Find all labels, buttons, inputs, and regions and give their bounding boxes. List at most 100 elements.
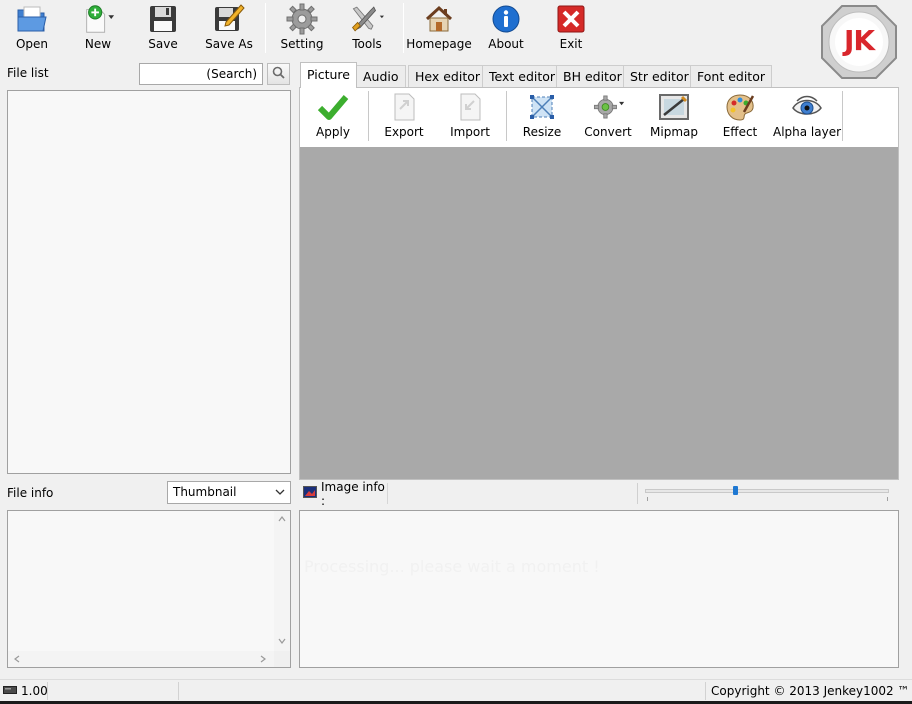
toolbar-separator: [403, 3, 404, 53]
save-button[interactable]: Save: [145, 2, 181, 54]
info-icon: [489, 2, 523, 36]
view-mode-select[interactable]: Thumbnail: [167, 481, 291, 504]
apply-label: Apply: [316, 125, 350, 139]
tab-label: Hex editor: [415, 69, 481, 84]
output-panel: [299, 510, 899, 668]
checkmark-icon: [316, 90, 350, 124]
tab-label: Str editor: [630, 69, 689, 84]
slider-tick: [647, 497, 648, 501]
scroll-down-icon[interactable]: [278, 637, 286, 647]
toolbar-separator: [368, 91, 369, 141]
toolbar-separator: [506, 91, 507, 141]
resize-button[interactable]: Resize: [522, 90, 562, 144]
effect-label: Effect: [722, 125, 758, 139]
tab-font-editor[interactable]: Font editor: [690, 65, 772, 87]
tab-label: BH editor: [563, 69, 622, 84]
scroll-right-icon[interactable]: [260, 655, 266, 666]
processing-message: Processing... please wait a moment !: [304, 557, 600, 576]
image-info-button[interactable]: Image info :: [300, 480, 388, 508]
exit-label: Exit: [559, 37, 583, 51]
zoom-slider[interactable]: [645, 489, 889, 493]
import-button[interactable]: Import: [450, 90, 490, 144]
apply-button[interactable]: Apply: [314, 90, 352, 144]
vertical-scrollbar[interactable]: [274, 511, 290, 651]
status-bar: 1.00 Copyright © 2013 Jenkey1002 ™: [0, 679, 912, 701]
convert-label: Convert: [584, 125, 632, 139]
image-info-label: Image info :: [321, 479, 385, 508]
eye-icon: [790, 90, 824, 124]
search-button[interactable]: [267, 63, 290, 85]
tab-str-editor[interactable]: Str editor: [623, 65, 696, 87]
save-as-label: Save As: [205, 37, 253, 51]
about-button[interactable]: About: [485, 2, 527, 54]
house-icon: [422, 2, 456, 36]
tools-button[interactable]: Tools: [343, 2, 391, 54]
tab-audio[interactable]: Audio: [356, 65, 406, 87]
status-version: 1.00: [0, 682, 48, 700]
mipmap-button[interactable]: Mipmap: [650, 90, 698, 144]
save-as-button[interactable]: Save As: [205, 2, 253, 54]
folder-open-icon: [15, 2, 49, 36]
new-button[interactable]: New: [76, 2, 120, 54]
logo-text: JK: [843, 24, 875, 57]
hdd-icon: [3, 684, 17, 698]
setting-button[interactable]: Setting: [281, 2, 323, 54]
alpha-layer-label: Alpha layer: [772, 125, 842, 139]
search-icon: [272, 66, 285, 82]
tools-label: Tools: [352, 37, 382, 51]
exit-button[interactable]: Exit: [553, 2, 589, 54]
tab-label: Font editor: [697, 69, 765, 84]
version-text: 1.00: [21, 684, 48, 698]
image-preview-canvas[interactable]: [300, 147, 898, 479]
main-toolbar: Open New Save Save As Setting Tools Home…: [0, 0, 912, 79]
status-copyright: Copyright © 2013 Jenkey1002 ™: [706, 682, 912, 700]
tab-text-editor[interactable]: Text editor: [482, 65, 563, 87]
info-bar-separator: [637, 483, 638, 504]
new-file-icon: [81, 2, 115, 36]
scroll-corner: [274, 651, 290, 667]
palette-icon: [723, 90, 757, 124]
floppy-disk-icon: [146, 2, 180, 36]
slider-tick: [887, 497, 888, 501]
zoom-slider-thumb[interactable]: [733, 486, 739, 495]
export-page-icon: [387, 90, 421, 124]
tab-bh-editor[interactable]: BH editor: [556, 65, 629, 87]
resize-label: Resize: [522, 125, 562, 139]
tab-picture[interactable]: Picture: [300, 62, 357, 88]
homepage-button[interactable]: Homepage: [406, 2, 472, 54]
file-list[interactable]: [7, 90, 291, 474]
copyright-text: Copyright © 2013 Jenkey1002 ™: [711, 684, 910, 698]
new-label: New: [84, 37, 112, 51]
alpha-layer-button[interactable]: Alpha layer: [772, 90, 842, 144]
app-logo: JK: [820, 4, 898, 80]
about-label: About: [488, 37, 524, 51]
tab-label: Text editor: [489, 69, 556, 84]
open-button[interactable]: Open: [13, 2, 51, 54]
tab-hex-editor[interactable]: Hex editor: [408, 65, 488, 87]
mipmap-label: Mipmap: [650, 125, 698, 139]
export-label: Export: [384, 125, 424, 139]
toolbar-separator: [842, 91, 843, 141]
convert-button[interactable]: Convert: [584, 90, 632, 144]
resize-frame-icon: [525, 90, 559, 124]
gear-icon: [285, 2, 319, 36]
export-button[interactable]: Export: [384, 90, 424, 144]
search-input[interactable]: (Search): [139, 63, 263, 85]
open-label: Open: [15, 37, 49, 51]
scroll-left-icon[interactable]: [14, 655, 20, 666]
effect-button[interactable]: Effect: [720, 90, 760, 144]
file-info-panel[interactable]: [7, 510, 291, 668]
mipmap-icon: [657, 90, 691, 124]
floppy-pencil-icon: [212, 2, 246, 36]
horizontal-scrollbar[interactable]: [8, 651, 274, 667]
status-segment: [48, 682, 179, 700]
status-segment: [179, 682, 706, 700]
gear-convert-icon: [591, 90, 625, 124]
close-x-icon: [554, 2, 588, 36]
scroll-up-icon[interactable]: [278, 515, 286, 525]
tab-label: Audio: [363, 69, 399, 84]
image-thumbnail-icon: [303, 486, 317, 501]
toolbar-separator: [265, 3, 266, 53]
import-page-icon: [453, 90, 487, 124]
view-mode-value: Thumbnail: [173, 485, 237, 499]
